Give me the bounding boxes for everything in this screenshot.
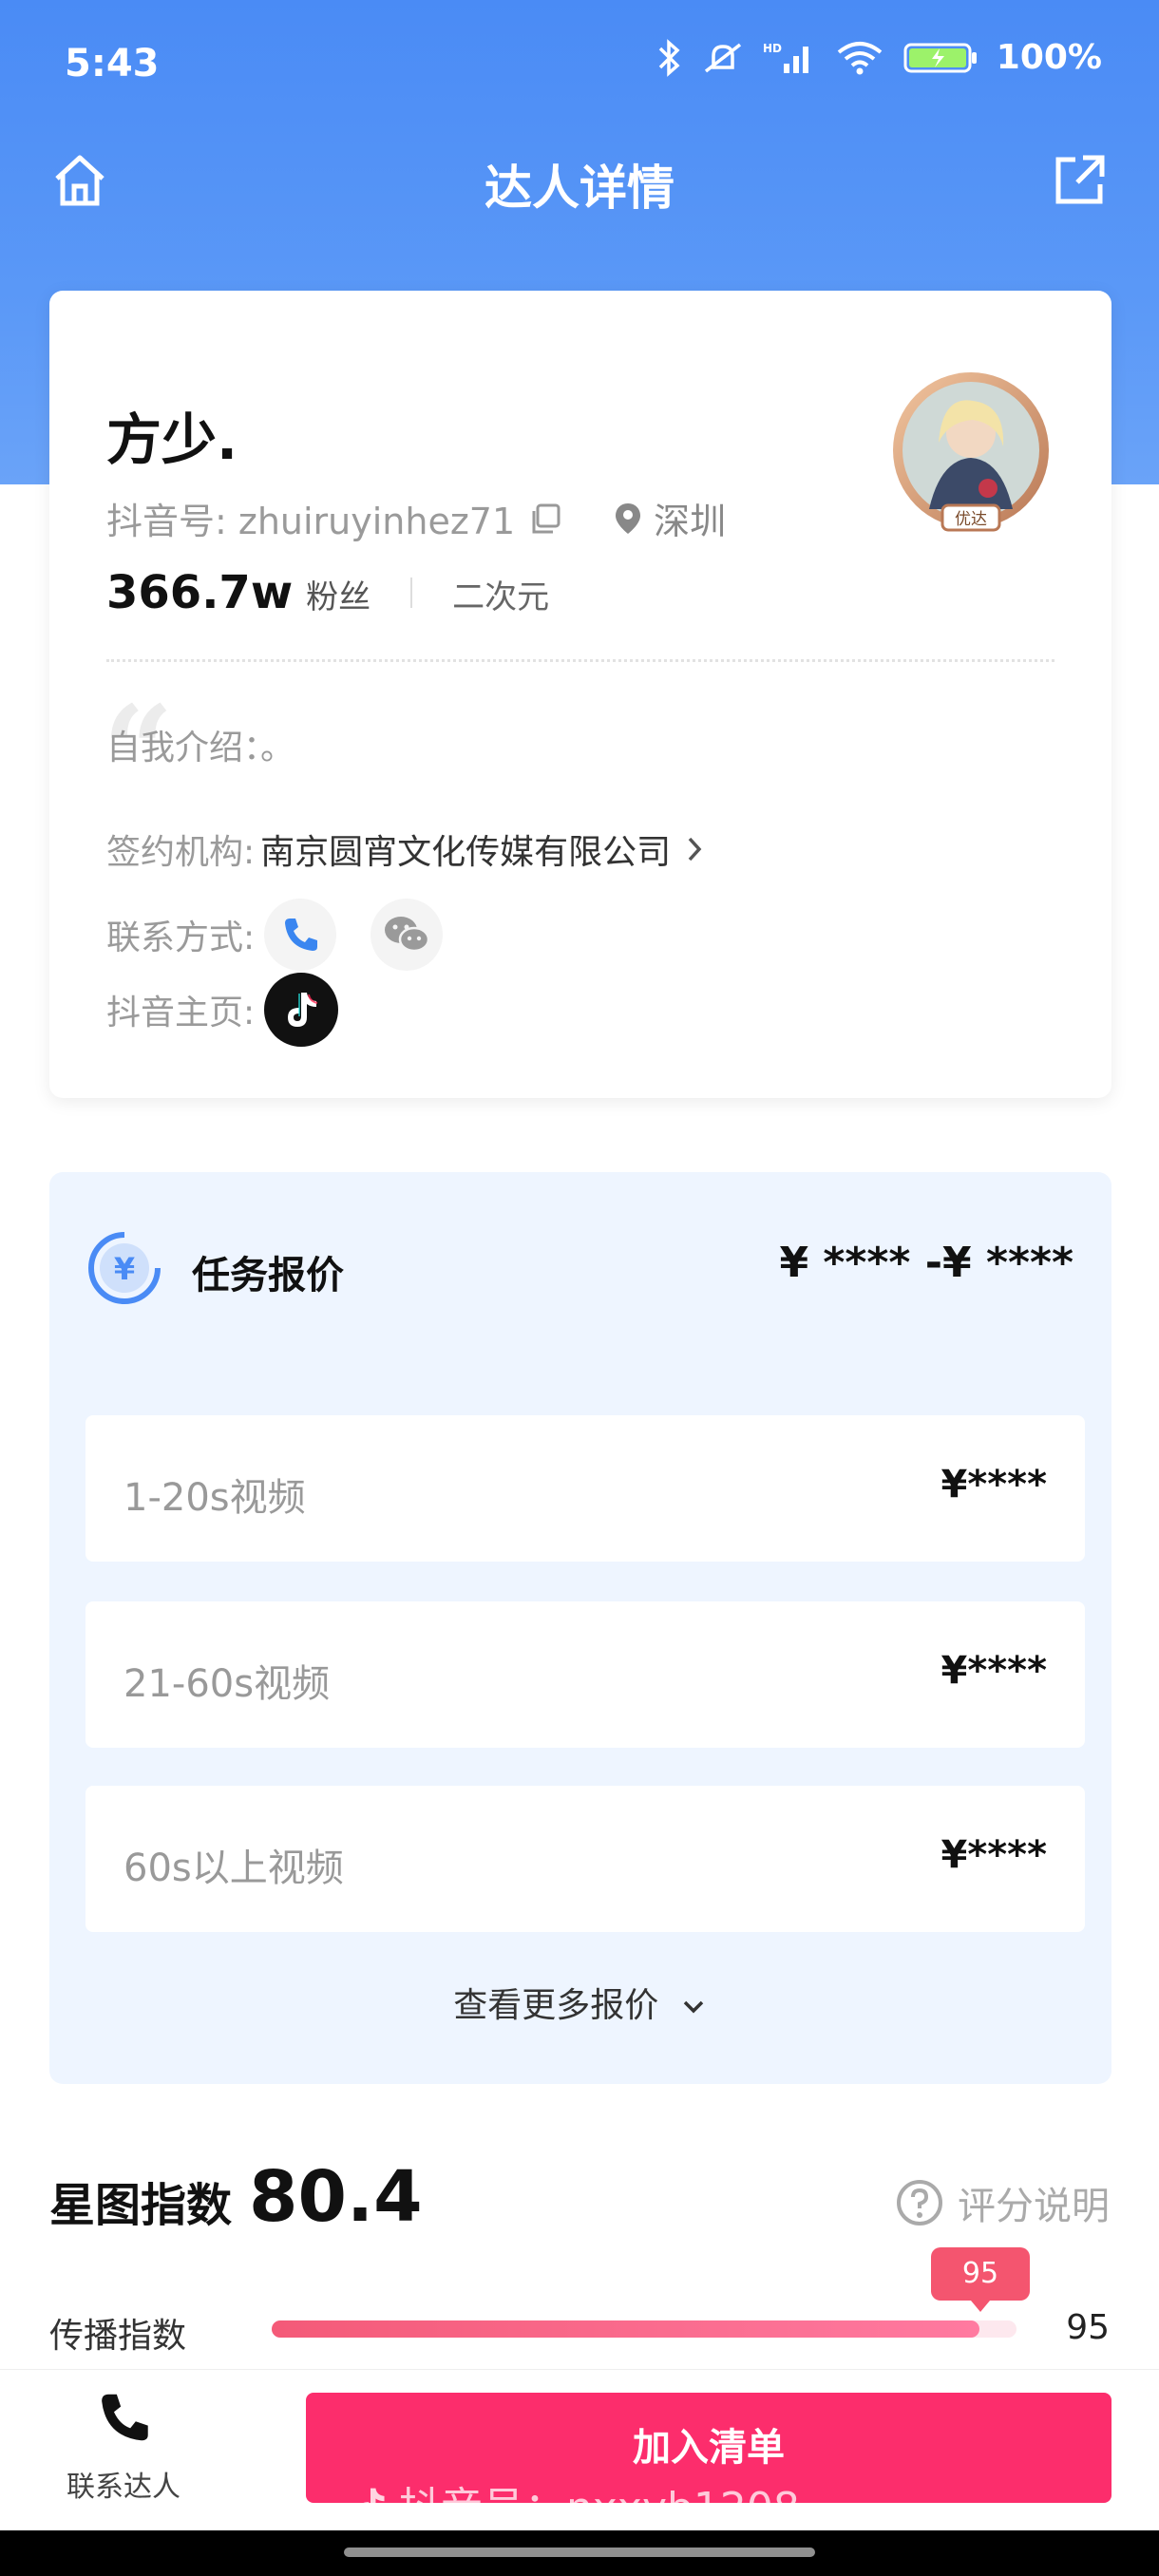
xingtu-score: 80.4 xyxy=(249,2156,423,2238)
bluetooth-icon xyxy=(658,38,680,77)
category-tag: 二次元 xyxy=(452,578,550,616)
battery-percent: 100% xyxy=(996,38,1102,77)
page-title: 达人详情 xyxy=(484,161,674,216)
avatar[interactable]: 优达 xyxy=(885,367,1056,538)
status-time: 5:43 xyxy=(65,42,160,85)
contact-creator-label: 联系达人 xyxy=(66,2471,180,2504)
douyin-id: 抖音号: zhuiruyinhez71 xyxy=(106,501,516,542)
signal-icon: HD xyxy=(763,42,808,73)
fans-count: 366.7w xyxy=(106,566,294,619)
douyin-homepage-button[interactable] xyxy=(264,973,339,1047)
fans-label: 粉丝 xyxy=(306,578,371,616)
watermark-text: 抖音号：nxxyb1208 xyxy=(399,2484,800,2532)
price-item-value: ¥**** xyxy=(940,1833,1047,1877)
help-icon xyxy=(897,2180,942,2226)
task-quote-range: ¥ **** -¥ **** xyxy=(779,1239,1074,1287)
creator-name: 方少. xyxy=(106,407,238,472)
price-item: 1-20s视频 ¥**** xyxy=(86,1415,1085,1562)
xingtu-index: 星图指数 80.4 xyxy=(49,2156,423,2238)
wechat-button[interactable] xyxy=(370,899,444,971)
chevron-right-icon xyxy=(688,837,702,862)
status-icons: HD 100% xyxy=(656,38,1102,77)
phone-icon xyxy=(102,2394,148,2441)
price-item-value: ¥**** xyxy=(940,1649,1047,1693)
douyin-logo-icon xyxy=(288,993,318,1027)
spread-index-tooltip: 95 xyxy=(931,2247,1030,2312)
task-quote-title: 任务报价 xyxy=(192,1254,344,1297)
intro-text: 自我介绍：。 xyxy=(106,729,295,767)
price-item-label: 21-60s视频 xyxy=(124,1662,331,1706)
spread-index-bar-fill xyxy=(272,2320,979,2338)
spread-index-bar xyxy=(272,2320,1016,2338)
task-quote-card: ¥ 任务报价 ¥ **** -¥ **** 1-20s视频 ¥**** 21-6… xyxy=(49,1172,1112,2084)
douyin-logo-icon xyxy=(358,2488,385,2520)
phone-icon xyxy=(285,919,318,951)
score-explain-label: 评分说明 xyxy=(958,2185,1110,2228)
fans-row: 366.7w 粉丝 二次元 xyxy=(106,566,549,619)
spread-index-value: 95 xyxy=(1066,2308,1110,2347)
price-item: 60s以上视频 ¥**** xyxy=(86,1786,1085,1932)
svg-text:HD: HD xyxy=(763,42,782,55)
contact-label: 联系方式: xyxy=(106,919,256,957)
xingtu-label: 星图指数 xyxy=(49,2179,233,2232)
copy-icon[interactable] xyxy=(528,502,562,536)
agency-label: 签约机构: xyxy=(106,833,256,872)
status-bar: 5:43 HD 100% xyxy=(0,0,1159,133)
profile-card: 方少. 优达 抖音号: zhuiruyinhez71 深圳 366.7w 粉丝 … xyxy=(49,291,1112,1098)
chevron-down-icon xyxy=(683,2000,703,2014)
wechat-icon xyxy=(385,917,430,953)
phone-button[interactable] xyxy=(264,899,337,971)
avatar-badge: 优达 xyxy=(955,510,987,529)
divider xyxy=(410,578,413,608)
nav-bar: 达人详情 xyxy=(0,133,1159,228)
location-text: 深圳 xyxy=(654,501,727,542)
share-icon[interactable] xyxy=(1049,150,1110,211)
price-item-label: 1-20s视频 xyxy=(124,1476,306,1520)
more-quotes-button[interactable]: 查看更多报价 xyxy=(49,1978,1112,2027)
mute-icon xyxy=(704,43,741,72)
price-coin-icon: ¥ xyxy=(88,1232,161,1304)
dotted-divider xyxy=(106,659,1054,662)
more-quotes-label: 查看更多报价 xyxy=(453,1986,659,2025)
agency-row[interactable]: 签约机构: 南京圆宵文化传媒有限公司 xyxy=(106,824,709,874)
homepage-row: 抖音主页: xyxy=(106,973,339,1047)
price-item-label: 60s以上视频 xyxy=(124,1847,344,1890)
svg-text:¥: ¥ xyxy=(114,1251,135,1287)
id-row: 抖音号: zhuiruyinhez71 深圳 xyxy=(106,492,726,544)
price-item: 21-60s视频 ¥**** xyxy=(86,1601,1085,1748)
home-indicator[interactable] xyxy=(344,2548,815,2557)
battery-icon xyxy=(903,43,977,72)
location: 深圳 xyxy=(614,492,726,544)
price-item-value: ¥**** xyxy=(940,1463,1047,1506)
contact-creator-button[interactable]: 联系达人 xyxy=(57,2389,190,2505)
location-pin-icon xyxy=(616,502,641,534)
homepage-label: 抖音主页: xyxy=(106,994,256,1032)
spread-index-label: 传播指数 xyxy=(49,2317,187,2356)
douyin-watermark: 抖音号：nxxyb1208 xyxy=(352,2473,800,2534)
agency-name: 南京圆宵文化传媒有限公司 xyxy=(260,833,672,872)
contact-row: 联系方式: xyxy=(106,899,444,971)
score-explain-button[interactable]: 评分说明 xyxy=(895,2175,1110,2230)
wifi-icon xyxy=(837,41,883,74)
system-nav-bar xyxy=(0,2530,1159,2576)
